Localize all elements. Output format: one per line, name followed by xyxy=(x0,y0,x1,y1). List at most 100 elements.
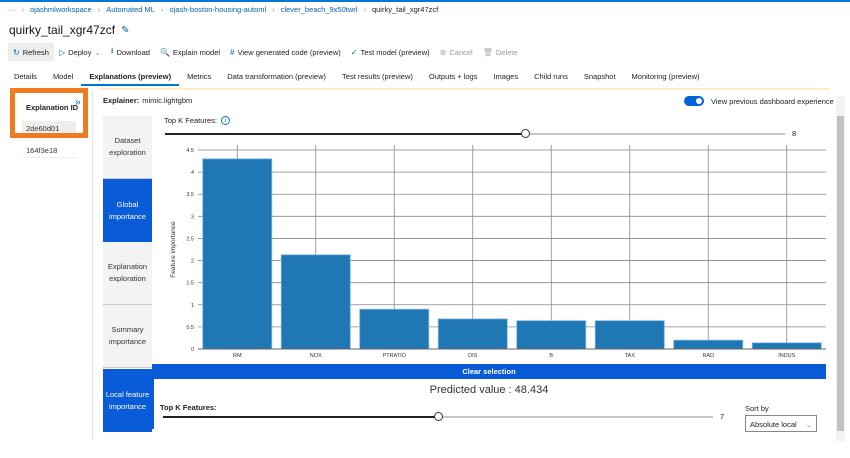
notice-strip xyxy=(100,88,830,90)
page-title: quirky_tail_xgr47zcf ✎ xyxy=(9,23,129,37)
tab-data-transformation-preview[interactable]: Data transformation (preview) xyxy=(219,70,334,86)
breadcrumb-current: quirky_tail_xgr47zcf xyxy=(371,4,439,14)
slider-thumb[interactable] xyxy=(520,129,530,138)
button-label: Delete xyxy=(495,47,518,57)
highlight-box xyxy=(10,88,88,138)
x-tick-label: RM xyxy=(233,353,242,357)
deploy-button[interactable]: ▷ Deploy ⌄ xyxy=(54,43,106,61)
y-tick-label: 1 xyxy=(191,303,194,309)
bar-ptratio xyxy=(359,308,430,350)
edit-pencil-icon[interactable]: ✎ xyxy=(121,25,129,36)
download-icon: ⭳ xyxy=(110,46,114,55)
x-tick-label: DIS xyxy=(468,353,478,357)
trash-icon: 🗑 xyxy=(482,47,493,57)
download-button[interactable]: ⭳ Download xyxy=(106,43,155,61)
tab-snapshot[interactable]: Snapshot xyxy=(576,70,624,86)
y-tick-label: 0 xyxy=(191,347,194,353)
top-k-slider[interactable] xyxy=(165,129,785,138)
bar-rm xyxy=(202,158,273,350)
cancel-button[interactable]: ⊗ Cancel xyxy=(435,43,478,61)
button-label: Deploy xyxy=(68,47,92,57)
search-icon: 🔍 xyxy=(159,47,170,57)
info-icon[interactable]: i xyxy=(220,116,230,125)
button-label: Refresh xyxy=(22,47,49,57)
nav-global-importance[interactable]: Global importance xyxy=(103,179,152,242)
tab-child-runs[interactable]: Child runs xyxy=(526,70,576,86)
y-tick-label: 3.5 xyxy=(186,192,194,198)
divider xyxy=(92,90,93,440)
x-tick-label: TAX xyxy=(625,353,636,357)
chevron-right-icon: › xyxy=(21,4,25,14)
nav-explanation-exploration[interactable]: Explanation exploration xyxy=(103,242,152,305)
clear-selection-button[interactable]: Clear selection xyxy=(152,364,826,379)
tab-outputs-logs[interactable]: Outputs + logs xyxy=(421,70,486,86)
button-label: Cancel xyxy=(449,47,473,57)
chevron-down-icon: ⌄ xyxy=(94,47,101,57)
nav-dataset-exploration[interactable]: Dataset exploration xyxy=(103,116,152,179)
nav-summary-importance[interactable]: Summary importance xyxy=(103,305,152,368)
hash-icon: # xyxy=(230,47,235,57)
breadcrumb-workspace[interactable]: ojashmlworkspace xyxy=(30,5,92,14)
button-label: Download xyxy=(116,47,150,57)
local-top-k-value: 7 xyxy=(720,412,725,421)
check-icon: ✓ xyxy=(350,47,358,57)
explainer-value: mimic.lightgbm xyxy=(142,96,193,105)
top-k-label: Top K Features: i xyxy=(164,116,230,125)
y-tick-label: 1.5 xyxy=(186,281,194,287)
sort-by-dropdown[interactable]: Absolute local ⌄ xyxy=(745,415,817,432)
y-tick-label: 2.5 xyxy=(186,236,194,242)
predicted-value: Predicted value : 48.434 xyxy=(429,384,549,396)
nav-local-feature-importance[interactable]: Local feature importance xyxy=(103,369,152,432)
cancel-icon: ⊗ xyxy=(439,47,447,57)
bar-tax xyxy=(594,320,665,350)
y-axis-label: Feature importance xyxy=(170,221,177,278)
chevron-right-icon: › xyxy=(272,4,275,14)
scrollbar-thumb[interactable] xyxy=(837,116,844,431)
tab-images[interactable]: Images xyxy=(485,70,526,86)
button-label: Test model (preview) xyxy=(360,47,430,57)
view-generated-code-preview-button[interactable]: # View generated code (preview) xyxy=(225,43,346,61)
sort-by-label: Sort by xyxy=(745,404,769,413)
y-tick-label: 0.5 xyxy=(186,325,194,331)
breadcrumb-automl[interactable]: Automated ML xyxy=(106,5,155,14)
local-top-k-slider[interactable] xyxy=(163,412,713,421)
button-label: Explain model xyxy=(172,47,221,57)
tab-metrics[interactable]: Metrics xyxy=(179,70,219,86)
local-top-k-label: Top K Features: xyxy=(160,403,217,412)
tab-details[interactable]: Details xyxy=(6,70,45,86)
delete-button[interactable]: 🗑 Delete xyxy=(478,43,523,61)
refresh-icon: ↻ xyxy=(13,47,20,57)
test-model-preview-button[interactable]: ✓ Test model (preview) xyxy=(346,43,435,61)
x-tick-label: PTRATIO xyxy=(383,353,407,357)
toolbar: ↻ Refresh ▷ Deploy ⌄ ⭳ Download 🔍 Explain model #… xyxy=(8,43,523,61)
breadcrumb-parent-run[interactable]: clever_beach_9x50twrl xyxy=(281,5,358,14)
tab-model[interactable]: Model xyxy=(45,70,81,86)
scrollbar[interactable] xyxy=(836,96,845,441)
y-tick-label: 3 xyxy=(191,214,194,220)
bar-nox xyxy=(280,254,351,350)
breadcrumb-more[interactable]: ··· xyxy=(8,5,16,14)
top-accent-bar xyxy=(0,0,850,2)
sort-by-value: Absolute local xyxy=(750,420,797,429)
refresh-button[interactable]: ↻ Refresh xyxy=(8,43,54,61)
x-tick-label: INDUS xyxy=(778,353,795,357)
slider-fill xyxy=(163,416,438,418)
x-tick-label: RAD xyxy=(702,353,714,357)
explanation-id-item[interactable]: 164f3e18 xyxy=(22,143,76,158)
explainer-info: Explainer: mimic.lightgbm xyxy=(103,96,192,105)
tab-explanations-preview[interactable]: Explanations (preview) xyxy=(81,70,180,86)
chevron-right-icon: › xyxy=(363,4,366,14)
explain-model-button[interactable]: 🔍 Explain model xyxy=(155,43,225,61)
tab-monitoring-preview[interactable]: Monitoring (preview) xyxy=(624,70,708,86)
slider-thumb[interactable] xyxy=(434,412,443,421)
y-tick-label: 4 xyxy=(191,170,194,176)
play-icon: ▷ xyxy=(58,47,66,57)
bar-indus xyxy=(751,342,822,350)
previous-dashboard-toggle[interactable] xyxy=(684,96,704,106)
x-tick-label: NOX xyxy=(310,353,322,357)
toggle-label: View previous dashboard experience xyxy=(711,97,834,106)
bar-rad xyxy=(673,339,744,350)
breadcrumb-experiment[interactable]: ojash-boston-housing-automl xyxy=(169,5,266,14)
bar-b xyxy=(516,320,587,350)
tab-test-results-preview[interactable]: Test results (preview) xyxy=(334,70,421,86)
